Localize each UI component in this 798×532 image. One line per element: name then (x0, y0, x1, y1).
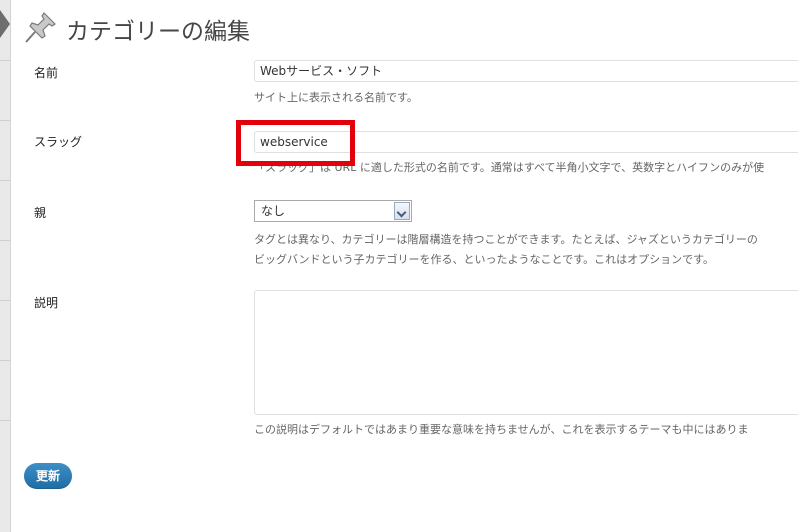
pushpin-icon (25, 12, 56, 43)
admin-menu-strip (0, 0, 11, 532)
menu-current-arrow-icon (0, 10, 10, 38)
parent-help-line-2: ビッグバンドという子カテゴリーを作る、といったようなことです。これはオプションで… (254, 253, 715, 266)
chevron-down-icon[interactable] (394, 202, 410, 220)
update-button[interactable]: 更新 (24, 463, 72, 489)
page-title: カテゴリーの編集 (66, 19, 250, 45)
parent-help-line-1: タグとは異なり、カテゴリーは階層構造を持つことができます。たとえば、ジャズという… (254, 233, 758, 246)
parent-label: 親 (34, 206, 47, 220)
slug-label: スラッグ (34, 135, 83, 149)
name-help-text: サイト上に表示される名前です。 (254, 91, 418, 104)
name-input[interactable]: Webサービス・ソフト (254, 60, 798, 82)
parent-select[interactable]: なし (254, 200, 412, 222)
slug-highlight-box (236, 120, 355, 166)
description-label: 説明 (34, 296, 59, 310)
name-label: 名前 (34, 66, 59, 80)
parent-select-value: なし (261, 204, 286, 218)
description-help-text: この説明はデフォルトではあまり重要な意味を持ちませんが、これを表示するテーマも中… (254, 423, 749, 436)
description-textarea[interactable] (254, 290, 798, 415)
